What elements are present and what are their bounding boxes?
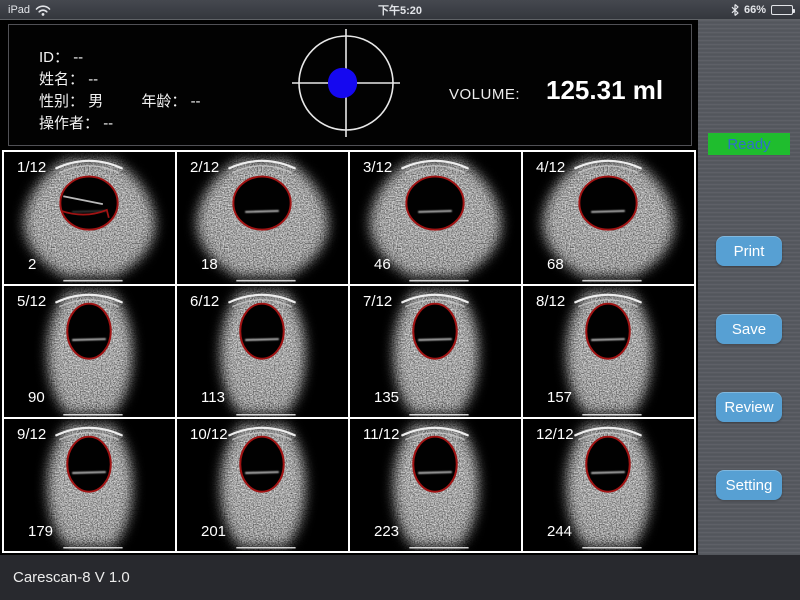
battery-nub <box>793 9 795 13</box>
frame-depth-label: 244 <box>547 523 572 540</box>
name-value: -- <box>88 71 98 88</box>
operator-value: -- <box>103 115 113 132</box>
ultrasound-frame[interactable]: 11/12 223 <box>350 419 521 551</box>
patient-gender-age-row: 性别： 男 年龄： -- <box>39 91 201 113</box>
crosshair-target-icon <box>290 27 402 139</box>
frame-index-label: 3/12 <box>363 159 392 176</box>
patient-info: ID： -- 姓名： -- 性别： 男 年龄： -- 操作者： -- <box>39 47 201 135</box>
frame-depth-label: 2 <box>28 256 36 273</box>
operator-row: 操作者： -- <box>39 113 201 135</box>
bluetooth-icon <box>731 4 739 16</box>
sidebar: Ready Print Save Review Setting <box>698 20 800 555</box>
review-button[interactable]: Review <box>716 392 782 422</box>
id-value: -- <box>73 49 83 66</box>
battery-percent-label: 66% <box>744 4 766 16</box>
frame-index-label: 5/12 <box>17 293 46 310</box>
frame-depth-label: 18 <box>201 256 218 273</box>
patient-id-row: ID： -- <box>39 47 201 69</box>
frame-depth-label: 223 <box>374 523 399 540</box>
ultrasound-frame[interactable]: 4/12 68 <box>523 152 694 284</box>
age-label: 年龄： <box>141 93 186 110</box>
ultrasound-frame[interactable]: 3/12 46 <box>350 152 521 284</box>
frame-depth-label: 68 <box>547 256 564 273</box>
time-label: 下午5:20 <box>378 2 422 18</box>
id-label: ID： <box>39 49 69 66</box>
frame-index-label: 8/12 <box>536 293 565 310</box>
frame-index-label: 7/12 <box>363 293 392 310</box>
status-bar-right: 66% <box>731 0 793 20</box>
volume-label: VOLUME: <box>449 86 520 103</box>
exam-info-panel: ID： -- 姓名： -- 性别： 男 年龄： -- 操作者： -- <box>8 24 692 146</box>
name-label: 姓名： <box>39 71 84 88</box>
ultrasound-frame[interactable]: 10/12 201 <box>177 419 348 551</box>
app-version-label: Carescan-8 V 1.0 <box>13 569 130 586</box>
frame-depth-label: 135 <box>374 389 399 406</box>
frame-index-label: 4/12 <box>536 159 565 176</box>
volume-readout: VOLUME: 125.31 ml <box>449 75 663 106</box>
frame-index-label: 12/12 <box>536 426 574 443</box>
frame-index-label: 2/12 <box>190 159 219 176</box>
frame-index-label: 9/12 <box>17 426 46 443</box>
bladder-position-dot <box>328 68 357 98</box>
frame-index-label: 11/12 <box>363 426 399 443</box>
operator-label: 操作者： <box>39 115 99 132</box>
frame-depth-label: 46 <box>374 256 391 273</box>
print-button[interactable]: Print <box>716 236 782 266</box>
ultrasound-frame[interactable]: 9/12 179 <box>4 419 175 551</box>
ultrasound-frame[interactable]: 6/12 113 <box>177 286 348 418</box>
ultrasound-frame[interactable]: 7/12 135 <box>350 286 521 418</box>
age-value: -- <box>191 93 201 110</box>
ultrasound-frame[interactable]: 5/12 90 <box>4 286 175 418</box>
ultrasound-frame[interactable]: 2/12 18 <box>177 152 348 284</box>
main-content: ID： -- 姓名： -- 性别： 男 年龄： -- 操作者： -- <box>0 20 698 555</box>
battery-icon <box>771 5 793 15</box>
footer-bar: Carescan-8 V 1.0 <box>0 555 800 600</box>
clock: 下午5:20 <box>0 0 800 20</box>
status-bar: iPad 下午5:20 66% <box>0 0 800 20</box>
gender-label: 性别： <box>39 93 84 110</box>
frame-depth-label: 157 <box>547 389 572 406</box>
gender-value: 男 <box>88 93 103 110</box>
frame-index-label: 10/12 <box>190 426 228 443</box>
ultrasound-frame[interactable]: 12/12 244 <box>523 419 694 551</box>
patient-name-row: 姓名： -- <box>39 69 201 91</box>
frame-depth-label: 90 <box>28 389 45 406</box>
thumbnail-grid: 1/12 2 2/12 18 <box>2 150 696 553</box>
frame-depth-label: 113 <box>201 389 225 406</box>
volume-value: 125.31 ml <box>546 75 663 106</box>
save-button[interactable]: Save <box>716 314 782 344</box>
ultrasound-frame[interactable]: 8/12 157 <box>523 286 694 418</box>
frame-index-label: 1/12 <box>17 159 46 176</box>
setting-button[interactable]: Setting <box>716 470 782 500</box>
frame-depth-label: 201 <box>201 523 226 540</box>
ready-status-indicator: Ready <box>708 133 790 155</box>
frame-index-label: 6/12 <box>190 293 219 310</box>
frame-depth-label: 179 <box>28 523 53 540</box>
app-screen: iPad 下午5:20 66% ID： <box>0 0 800 600</box>
ultrasound-frame[interactable]: 1/12 2 <box>4 152 175 284</box>
